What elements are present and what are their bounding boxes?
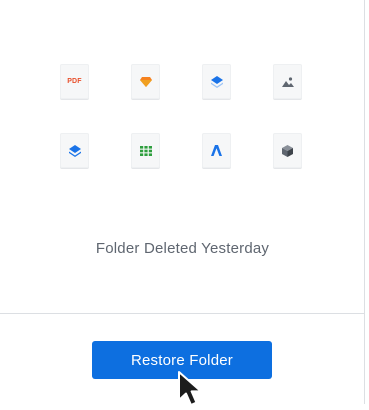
dropbox-icon [68, 144, 81, 157]
file-thumbnail[interactable] [60, 133, 89, 168]
affinity-icon [211, 145, 222, 156]
folder-status-caption: Folder Deleted Yesterday [95, 240, 270, 257]
file-thumbnail[interactable] [131, 64, 160, 99]
mouse-pointer-icon [178, 371, 202, 406]
file-thumbnail[interactable] [273, 133, 302, 168]
pdf-icon: PDF [67, 78, 82, 85]
file-thumbnail[interactable] [202, 133, 231, 168]
file-thumbnail[interactable]: PDF [60, 64, 89, 99]
dropbox-paper-icon [210, 75, 223, 88]
file-grid: PDF [60, 64, 304, 168]
sketch-icon [139, 76, 152, 87]
3d-object-icon [282, 144, 293, 157]
image-icon [281, 76, 294, 87]
folder-card: PDF Folder Deleted Yesterday Restore Fol… [0, 0, 365, 406]
spreadsheet-icon [139, 145, 152, 156]
file-thumbnail[interactable] [202, 64, 231, 99]
file-thumbnail[interactable] [131, 133, 160, 168]
folder-preview: PDF Folder Deleted Yesterday [0, 0, 365, 314]
file-thumbnail[interactable] [273, 64, 302, 99]
